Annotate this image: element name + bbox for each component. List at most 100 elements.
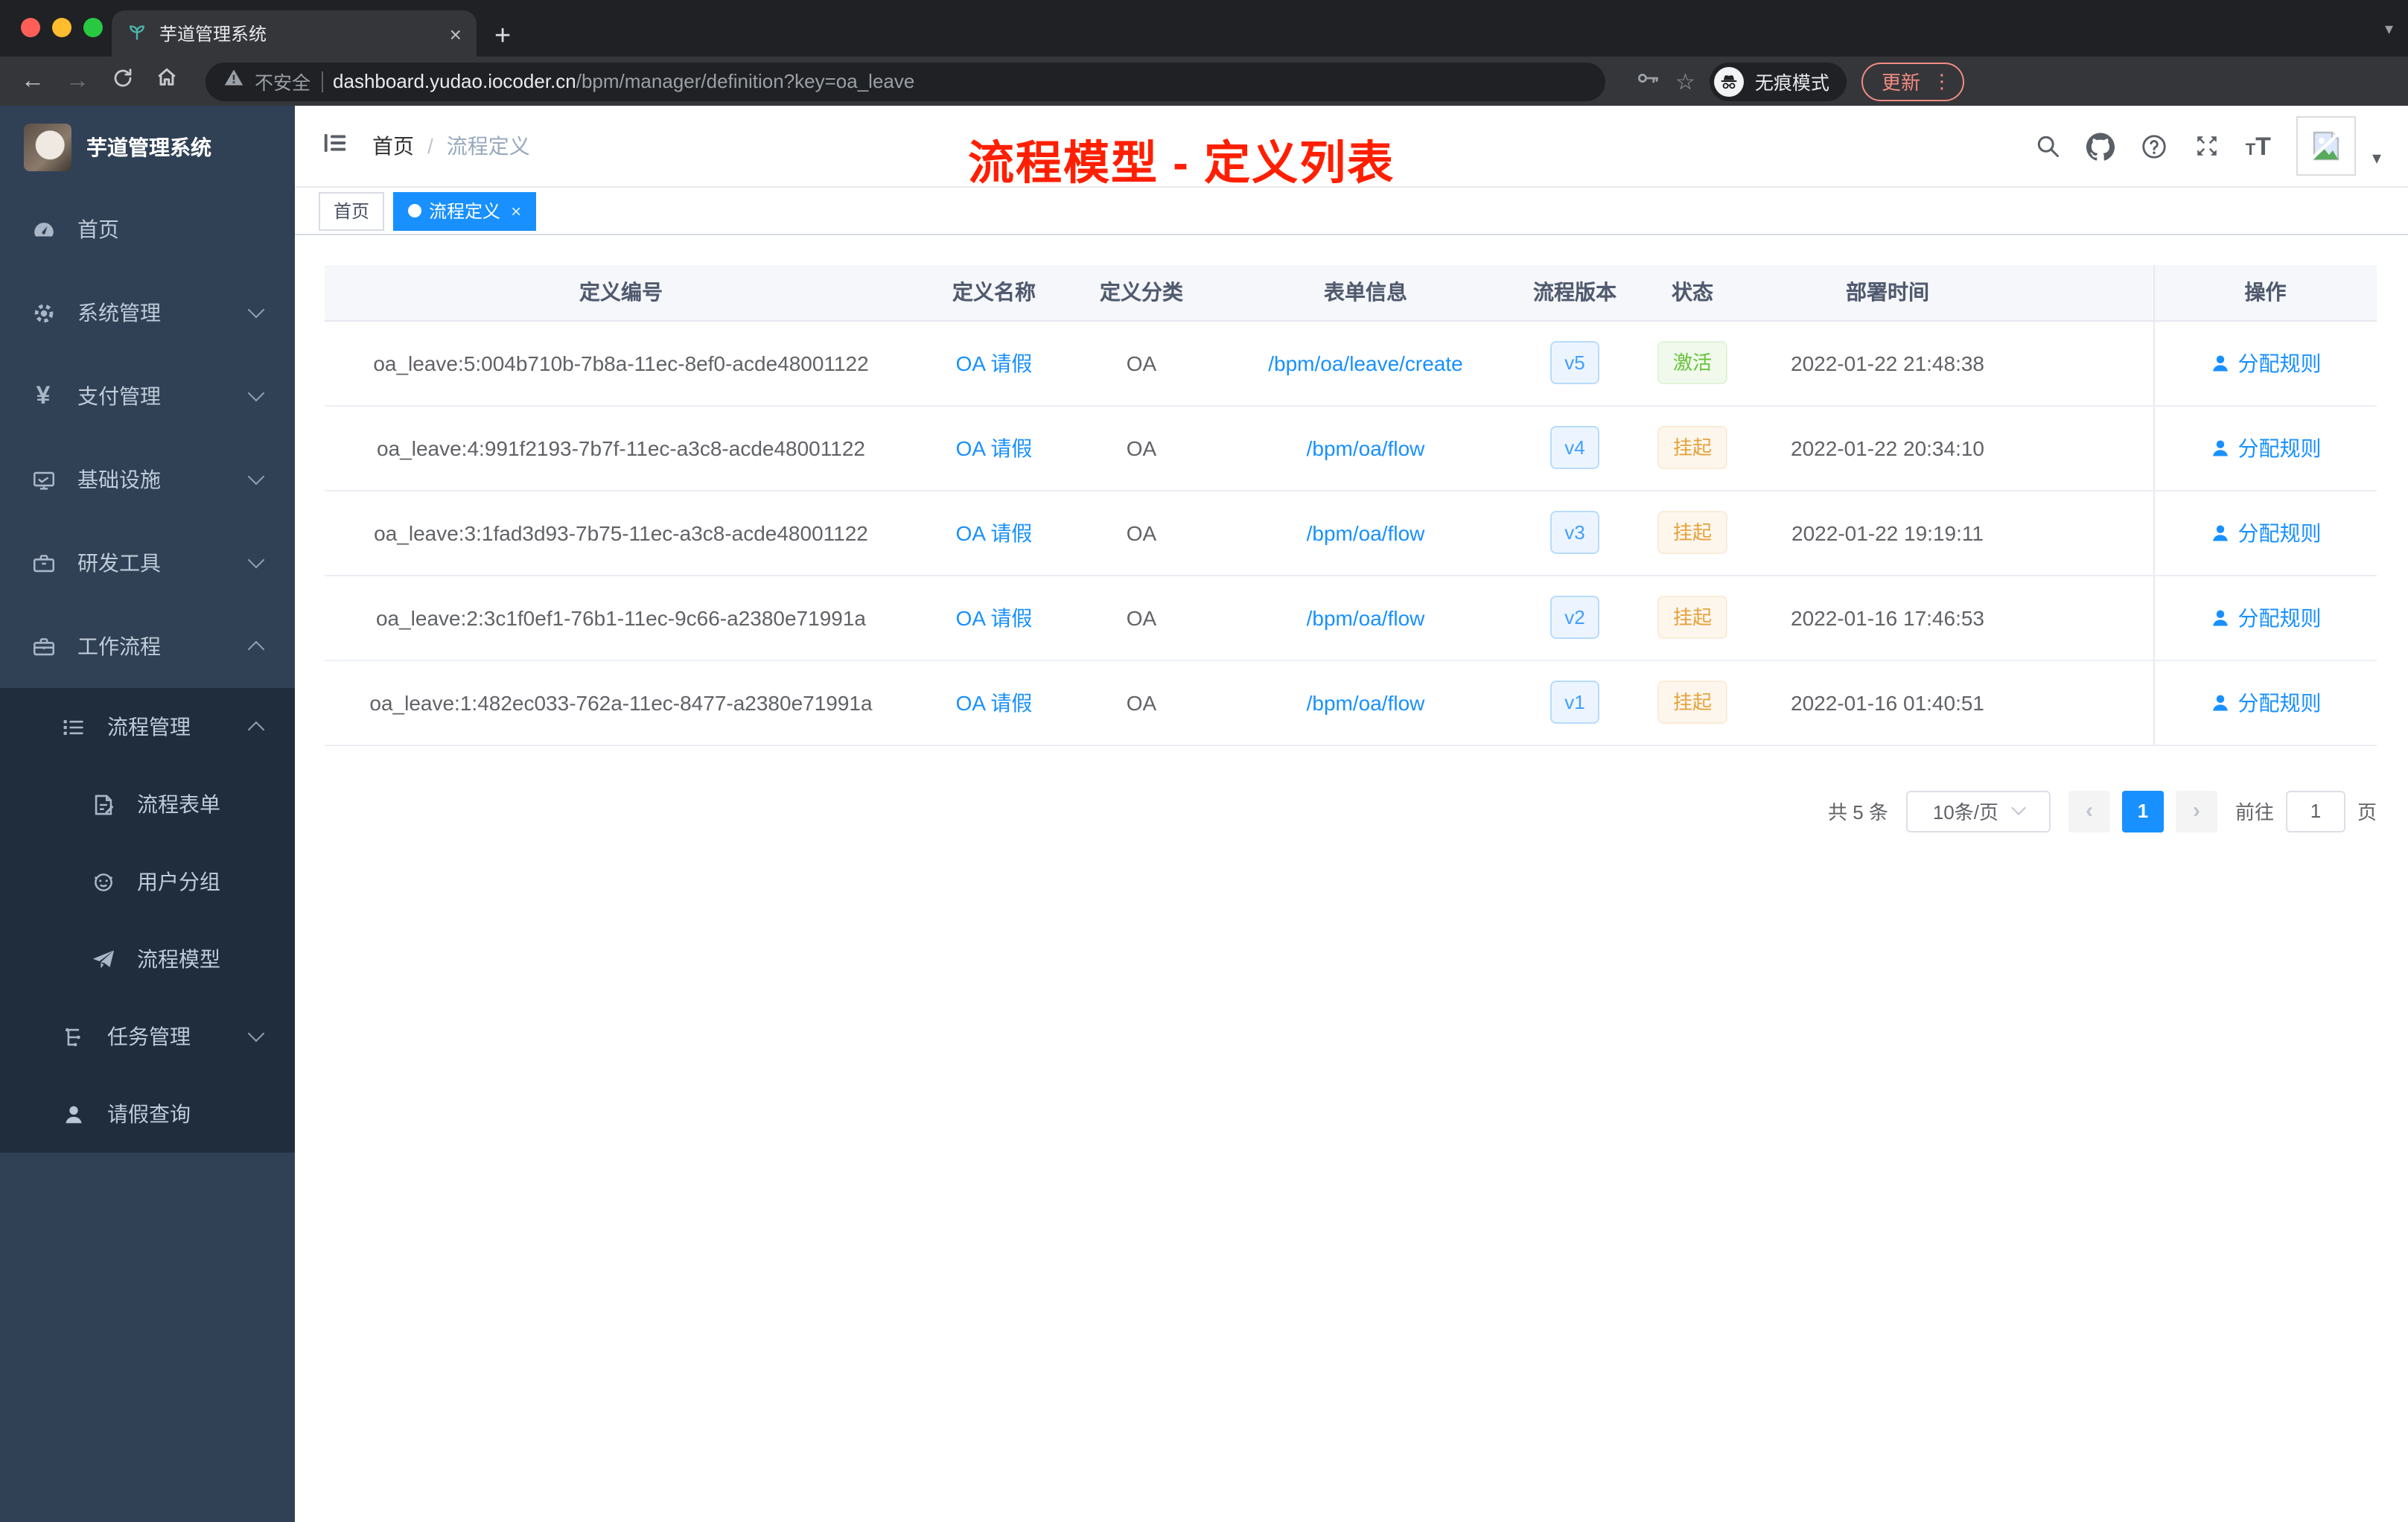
tags-view-bar: 首页 流程定义 × bbox=[295, 188, 2408, 235]
avatar-caret-icon[interactable]: ▾ bbox=[2372, 147, 2381, 168]
sidebar-item-task-mgmt[interactable]: 任务管理 bbox=[0, 998, 295, 1075]
toolbar-right: ☆ 无痕模式 更新 ⋮ bbox=[1635, 62, 1965, 101]
col-form-info: 表单信息 bbox=[1212, 265, 1519, 321]
browser-tab[interactable]: 芋道管理系统 × bbox=[112, 10, 477, 57]
sidebar-item-system[interactable]: 系统管理 bbox=[0, 271, 295, 354]
minimize-window-button[interactable] bbox=[52, 18, 71, 37]
red-annotation-title: 流程模型 - 定义列表 bbox=[968, 137, 1395, 189]
assign-rule-link[interactable]: 分配规则 bbox=[2210, 602, 2322, 632]
paper-plane-icon bbox=[89, 946, 116, 972]
definition-name-link[interactable]: OA 请假 bbox=[956, 436, 1033, 459]
sidebar-toggle-hamburger-icon[interactable] bbox=[322, 129, 348, 163]
avatar[interactable] bbox=[2296, 116, 2356, 176]
new-tab-button[interactable]: + bbox=[494, 22, 511, 51]
status-badge: 挂起 bbox=[1657, 681, 1727, 724]
chevron-down-icon bbox=[2011, 800, 2026, 815]
tag-process-definition[interactable]: 流程定义 × bbox=[393, 191, 537, 230]
address-bar[interactable]: 不安全 dashboard.yudao.iocoder.cn/bpm/manag… bbox=[206, 62, 1605, 101]
sidebar-item-infra[interactable]: 基础设施 bbox=[0, 438, 295, 521]
sidebar-item-leave-query[interactable]: 请假查询 bbox=[0, 1075, 295, 1153]
definition-name-link[interactable]: OA 请假 bbox=[956, 605, 1033, 629]
tab-title: 芋道管理系统 bbox=[159, 24, 267, 45]
tab-search-caret-icon[interactable]: ▾ bbox=[2385, 19, 2393, 39]
current-page-button[interactable]: 1 bbox=[2121, 790, 2164, 832]
definition-name-link[interactable]: OA 请假 bbox=[956, 351, 1033, 375]
incognito-label: 无痕模式 bbox=[1754, 73, 1829, 94]
fullscreen-icon[interactable] bbox=[2194, 133, 2220, 159]
definition-id: oa_leave:2:3c1f0ef1-76b1-11ec-9c66-a2380… bbox=[325, 575, 917, 660]
col-definition-name: 定义名称 bbox=[917, 265, 1071, 321]
page-unit-label: 页 bbox=[2357, 801, 2377, 824]
active-dot bbox=[408, 204, 422, 217]
toolbox-icon bbox=[30, 550, 57, 576]
window-controls[interactable] bbox=[21, 18, 103, 37]
definition-category: OA bbox=[1071, 405, 1212, 491]
chevron-down-icon bbox=[247, 384, 265, 402]
back-button[interactable]: ← bbox=[15, 68, 51, 95]
sidebar-item-workflow[interactable]: 工作流程 bbox=[0, 605, 295, 688]
assign-rule-link[interactable]: 分配规则 bbox=[2210, 433, 2322, 462]
security-warning-icon[interactable] bbox=[223, 67, 244, 95]
definition-category: OA bbox=[1071, 660, 1212, 745]
form-link[interactable]: /bpm/oa/flow bbox=[1307, 520, 1425, 544]
github-icon[interactable] bbox=[2086, 132, 2115, 160]
prev-page-button[interactable]: ‹ bbox=[2068, 790, 2110, 832]
sidebar-item-home[interactable]: 首页 bbox=[0, 188, 295, 271]
forward-button[interactable]: → bbox=[60, 68, 95, 95]
definition-id: oa_leave:3:1fad3d93-7b75-11ec-a3c8-acde4… bbox=[325, 490, 917, 576]
password-key-icon[interactable] bbox=[1635, 65, 1660, 98]
user-icon bbox=[2212, 609, 2228, 625]
definition-id: oa_leave:4:991f2193-7b7f-11ec-a3c8-acde4… bbox=[325, 405, 917, 491]
definition-name-link[interactable]: OA 请假 bbox=[956, 520, 1033, 544]
goto-page-input[interactable] bbox=[2285, 790, 2345, 832]
form-link[interactable]: /bpm/oa/leave/create bbox=[1268, 351, 1463, 375]
deploy-time: 2022-01-22 19:19:11 bbox=[1754, 490, 2021, 576]
table-row: oa_leave:4:991f2193-7b7f-11ec-a3c8-acde4… bbox=[325, 405, 2377, 491]
deploy-time: 2022-01-22 21:48:38 bbox=[1754, 320, 2021, 406]
user-icon bbox=[2212, 439, 2228, 456]
form-link[interactable]: /bpm/oa/flow bbox=[1307, 690, 1425, 714]
form-link[interactable]: /bpm/oa/flow bbox=[1307, 605, 1425, 629]
browser-menu-kebab-icon[interactable]: ⋮ bbox=[1932, 69, 1952, 93]
url-text[interactable]: dashboard.yudao.iocoder.cn/bpm/manager/d… bbox=[333, 70, 914, 92]
col-filler bbox=[2021, 265, 2153, 321]
sidebar-item-pay[interactable]: ¥ 支付管理 bbox=[0, 354, 295, 438]
definition-id: oa_leave:5:004b710b-7b8a-11ec-8ef0-acde4… bbox=[325, 320, 917, 406]
chevron-down-icon bbox=[247, 301, 265, 319]
security-label[interactable]: 不安全 bbox=[255, 67, 310, 95]
page-size-select[interactable]: 10条/页 bbox=[1905, 790, 2051, 832]
breadcrumb-home[interactable]: 首页 bbox=[372, 131, 414, 161]
status-badge: 挂起 bbox=[1657, 426, 1727, 469]
tag-close-icon[interactable]: × bbox=[511, 193, 521, 229]
bookmark-star-icon[interactable]: ☆ bbox=[1675, 68, 1695, 95]
assign-rule-link[interactable]: 分配规则 bbox=[2210, 348, 2322, 378]
divider bbox=[321, 71, 323, 92]
assign-rule-link[interactable]: 分配规则 bbox=[2210, 687, 2322, 717]
sidebar-item-process-form[interactable]: 流程表单 bbox=[0, 765, 295, 843]
pagination: 共 5 条 10条/页 ‹ 1 › 前往 页 bbox=[325, 790, 2377, 832]
sidebar-item-devtools[interactable]: 研发工具 bbox=[0, 521, 295, 605]
user-icon bbox=[2212, 524, 2228, 541]
sidebar-item-process-model[interactable]: 流程模型 bbox=[0, 920, 295, 998]
zoom-window-button[interactable] bbox=[83, 18, 103, 37]
search-icon[interactable] bbox=[2034, 133, 2061, 159]
assign-rule-link[interactable]: 分配规则 bbox=[2210, 518, 2322, 547]
gear-icon bbox=[30, 299, 57, 326]
reload-button[interactable] bbox=[104, 66, 140, 96]
sidebar-item-process-mgmt[interactable]: 流程管理 bbox=[0, 688, 295, 765]
table-row: oa_leave:2:3c1f0ef1-76b1-11ec-9c66-a2380… bbox=[325, 575, 2377, 660]
form-link[interactable]: /bpm/oa/flow bbox=[1307, 436, 1425, 459]
tag-home[interactable]: 首页 bbox=[319, 191, 385, 230]
browser-tabstrip: 芋道管理系统 × + ▾ bbox=[0, 0, 2408, 57]
tab-close-icon[interactable]: × bbox=[450, 22, 462, 45]
browser-update-button[interactable]: 更新 ⋮ bbox=[1861, 62, 1965, 101]
definition-name-link[interactable]: OA 请假 bbox=[956, 690, 1033, 714]
incognito-badge[interactable]: 无痕模式 bbox=[1710, 62, 1847, 101]
close-window-button[interactable] bbox=[21, 18, 40, 37]
sidebar-logo[interactable]: 芋道管理系统 bbox=[0, 106, 295, 188]
next-page-button[interactable]: › bbox=[2175, 790, 2217, 832]
home-button[interactable] bbox=[149, 66, 185, 97]
sidebar-item-user-group[interactable]: 用户分组 bbox=[0, 843, 295, 920]
help-question-icon[interactable] bbox=[2140, 132, 2168, 160]
font-size-icon[interactable]: TT bbox=[2246, 133, 2271, 159]
